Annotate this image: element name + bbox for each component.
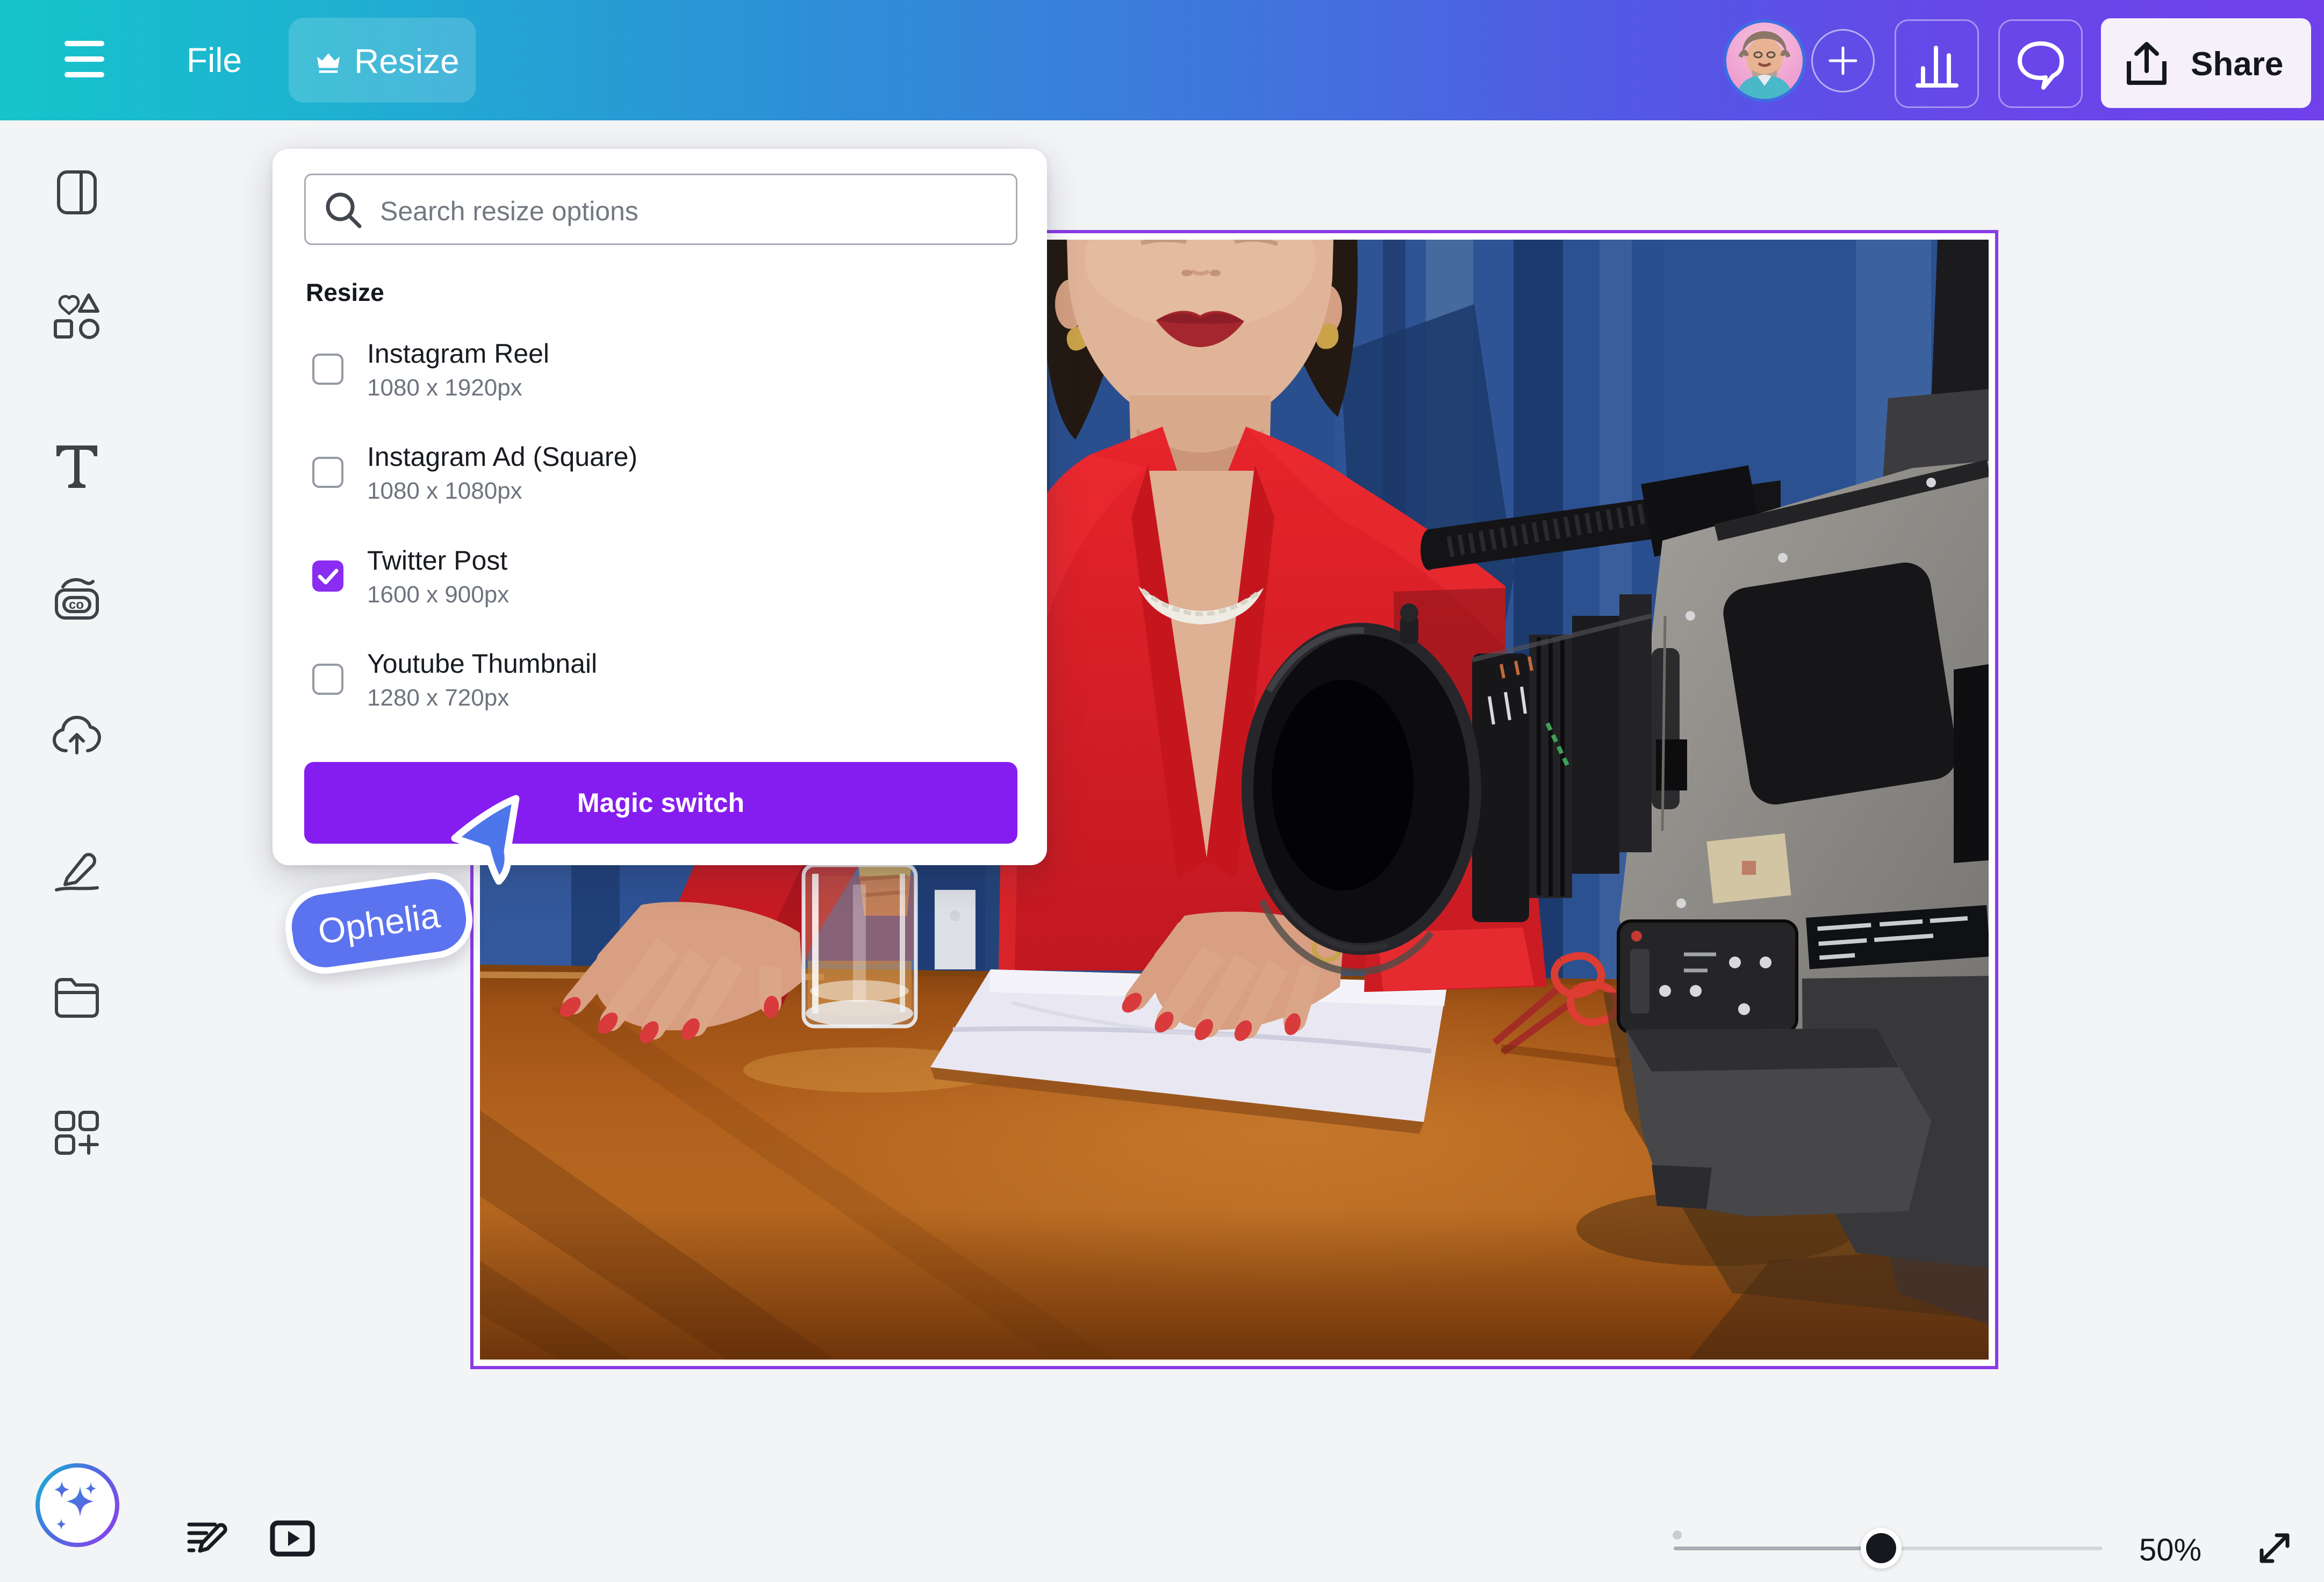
svg-text:co: co <box>69 598 84 612</box>
